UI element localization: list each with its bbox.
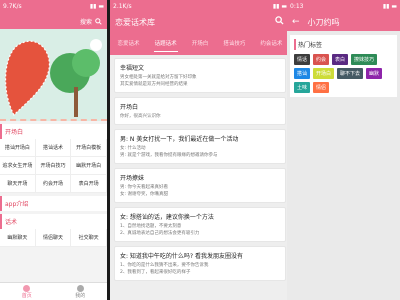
- tag-chip[interactable]: 开场白: [313, 68, 335, 79]
- talk-card[interactable]: 女: 知道我中午吃的什么吗? 看我发朋友圈没有 1、你吃的是什么我猜不出来，要不…: [114, 246, 286, 281]
- section-header-talk: 话术: [0, 214, 107, 229]
- talk-library-screen: 2.1K/s ▮▮ ▬ 恋爱话术库 恋爱话术 话题话术 开场白 搭讪技巧 约会话…: [110, 0, 290, 300]
- category-item[interactable]: 约会开场: [35, 175, 72, 193]
- category-grid-3: 幽默聊天 情侣聊天 社交聊天: [0, 229, 107, 247]
- tab-dating[interactable]: 约会话术: [259, 35, 283, 51]
- nav-profile-label: 我的: [75, 293, 86, 299]
- tags-screen: 0:13 ▮▮ ▬ ← 小刀约吗 热门标签 情话 约会 表白 撩妹技巧搭讪 开场白 聊不下…: [287, 0, 400, 300]
- tab-topic-talk[interactable]: 话题话术: [153, 35, 178, 52]
- card-line: 1、你吃的是什么我猜不出来，要不你告诉我: [120, 263, 209, 268]
- search-icon[interactable]: [95, 17, 102, 25]
- tag-chip[interactable]: 搭讪: [294, 68, 311, 79]
- nav-home[interactable]: 首页: [22, 283, 32, 300]
- section-header-opening: 开场白: [0, 124, 107, 139]
- talk-card[interactable]: 男: N 美女打扰一下，我们最近在做一个活动 女: 什么活动 男: 就是个游戏，…: [114, 129, 286, 164]
- category-item[interactable]: 情侣聊天: [35, 229, 72, 247]
- app-bar: 搜索: [0, 13, 107, 29]
- category-item[interactable]: 表白开场: [71, 175, 107, 193]
- tag-chip[interactable]: 表白: [332, 54, 349, 65]
- tag-chip[interactable]: 约会: [313, 54, 330, 65]
- card-title: 男: N 美女打扰一下，我们最近在做一个活动: [120, 136, 239, 143]
- category-item[interactable]: 幽默开场白: [71, 157, 107, 175]
- category-item[interactable]: 追求女生开场: [0, 157, 36, 175]
- tab-approach[interactable]: 搭讪技巧: [222, 35, 246, 51]
- tag-chip[interactable]: 幽默: [366, 68, 383, 79]
- card-title: 女: 想搭讪的话，建议你换一个方法: [120, 214, 214, 221]
- talk-card[interactable]: 开场白 你好，很高兴认识你: [114, 97, 286, 125]
- balloon-illustration: [4, 39, 102, 117]
- hot-tags-header: 热门标签: [294, 39, 393, 50]
- nav-home-label: 首页: [21, 293, 32, 299]
- tag-chip[interactable]: 情话: [294, 54, 311, 65]
- card-line: 你好，很高兴认识你: [120, 114, 161, 119]
- home-screen: 9.7K/s ▮▮ ▬ 搜索 开场白 搭讪开场白 搭讪话术 开场白模板 追求女生…: [0, 0, 107, 300]
- banner-image[interactable]: [0, 29, 107, 121]
- tab-opening[interactable]: 开场白: [191, 35, 210, 51]
- category-item[interactable]: 聊天开场: [0, 175, 36, 193]
- card-line: 1、自然地找话题，不要太刻意: [120, 224, 182, 229]
- tag-chip[interactable]: 土味: [294, 82, 311, 93]
- hot-tags-panel: 热门标签 情话 约会 表白 撩妹技巧搭讪 开场白 聊不下去 幽默土味 情侣: [290, 35, 397, 97]
- status-icons: ▮▮ ▬: [89, 3, 104, 10]
- user-icon: [76, 285, 84, 292]
- category-item[interactable]: 社交聊天: [71, 229, 107, 247]
- talk-card-list: 幸福短文 男女相处第一关就是给对方留下好印象 其实爱情就是双方共同经营的结果 开…: [110, 55, 290, 288]
- card-title: 开场撩妹: [120, 175, 145, 182]
- status-icons: ▮▮ ▬: [382, 3, 397, 10]
- tag-chip[interactable]: 情侣: [313, 82, 330, 93]
- app-bar: ← 小刀约吗: [287, 13, 400, 31]
- tag-chip[interactable]: 撩妹技巧: [351, 54, 378, 65]
- card-line: 其实爱情就是双方共同经营的结果: [120, 82, 188, 87]
- status-time: 0:13: [290, 3, 304, 10]
- category-grid-1: 搭讪开场白 搭讪话术 开场白模板 追求女生开场 开场白技巧 幽默开场白 聊天开场…: [0, 139, 107, 193]
- tab-love-talk[interactable]: 恋爱话术: [117, 35, 141, 51]
- section-header-app-intro: app介绍: [0, 196, 107, 211]
- talk-card[interactable]: 开场撩妹 男: 你今天看起来真好看 女: 谢谢夸奖，你嘴真甜: [114, 168, 286, 203]
- card-title: 女: 知道我中午吃的什么吗? 看我发朋友圈没有: [120, 253, 244, 260]
- card-line: 男女相处第一关就是给对方留下好印象: [120, 75, 197, 80]
- status-bar: 9.7K/s ▮▮ ▬: [0, 0, 107, 13]
- search-icon[interactable]: [275, 16, 284, 25]
- card-line: 男: 就是个游戏，我看你挺有眼缘的想邀请你参与: [120, 153, 218, 158]
- status-bar: 0:13 ▮▮ ▬: [287, 0, 400, 13]
- page-title: 小刀约吗: [307, 17, 340, 27]
- tag-chip[interactable]: 聊不下去: [337, 68, 364, 79]
- card-line: 男: 你今天看起来真好看: [120, 185, 168, 190]
- card-line: 女: 谢谢夸奖，你嘴真甜: [120, 192, 168, 197]
- status-network: 2.1K/s: [113, 3, 132, 10]
- bottom-navigation: 首页 我的: [0, 282, 107, 300]
- app-bar: 恋爱话术库: [110, 13, 290, 31]
- card-title: 开场白: [120, 104, 139, 111]
- tag-list: 情话 约会 表白 撩妹技巧搭讪 开场白 聊不下去 幽默土味 情侣: [294, 54, 393, 93]
- card-line: 女: 什么活动: [120, 146, 146, 151]
- status-network: 9.7K/s: [3, 3, 22, 10]
- home-icon: [23, 285, 31, 292]
- page-title: 恋爱话术库: [115, 17, 155, 27]
- category-item[interactable]: 幽默聊天: [0, 229, 36, 247]
- talk-card[interactable]: 女: 想搭讪的话，建议你换一个方法 1、自然地找话题，不要太刻意 2、真诚地表达…: [114, 207, 286, 242]
- search-label[interactable]: 搜索: [80, 17, 92, 26]
- back-arrow-icon[interactable]: ←: [292, 17, 300, 27]
- nav-profile[interactable]: 我的: [75, 283, 85, 300]
- category-item[interactable]: 开场白技巧: [35, 157, 72, 175]
- status-icons: ▮▮ ▬: [272, 3, 287, 10]
- card-line: 2、我看到了，看起来很好吃的样子: [120, 270, 191, 275]
- status-bar: 2.1K/s ▮▮ ▬: [110, 0, 290, 13]
- category-item[interactable]: 开场白模板: [71, 139, 107, 157]
- talk-card[interactable]: 幸福短文 男女相处第一关就是给对方留下好印象 其实爱情就是双方共同经营的结果: [114, 58, 286, 93]
- category-item[interactable]: 搭讪话术: [35, 139, 72, 157]
- category-item[interactable]: 搭讪开场白: [0, 139, 36, 157]
- card-line: 2、真诚地表达自己的想法会更有吸引力: [120, 231, 200, 236]
- card-title: 幸福短文: [120, 65, 145, 72]
- category-tabs: 恋爱话术 话题话术 开场白 搭讪技巧 约会话术: [110, 31, 290, 55]
